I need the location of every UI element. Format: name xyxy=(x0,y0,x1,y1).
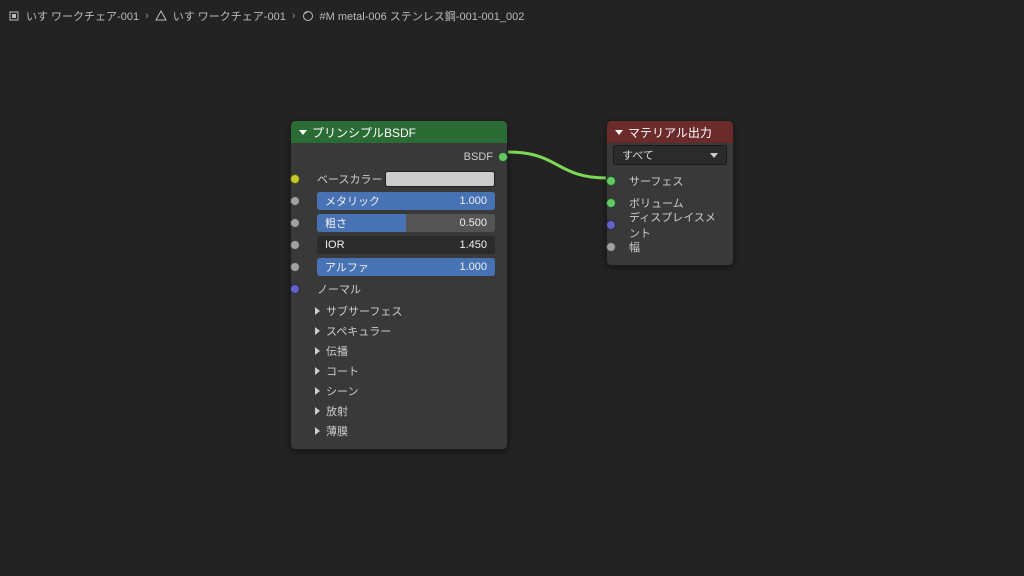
socket-in-displacement[interactable] xyxy=(606,220,616,230)
socket-in-roughness[interactable] xyxy=(290,218,300,228)
field-value: 0.500 xyxy=(459,214,487,232)
socket-in-ior[interactable] xyxy=(290,240,300,250)
breadcrumb-object[interactable]: いす ワークチェア-001 xyxy=(26,8,139,24)
group-row[interactable]: 薄膜 xyxy=(295,421,503,441)
node-title: マテリアル出力 xyxy=(628,124,712,141)
node-header[interactable]: プリンシプルBSDF xyxy=(291,121,507,143)
group-row[interactable]: コート xyxy=(295,361,503,381)
chevron-right-icon xyxy=(315,367,320,375)
chevron-right-icon xyxy=(315,387,320,395)
group-row[interactable]: スペキュラー xyxy=(295,321,503,341)
group-row[interactable]: サブサーフェス xyxy=(295,301,503,321)
chevron-right-icon: › xyxy=(145,10,149,22)
chevron-down-icon xyxy=(299,130,307,135)
output-bsdf[interactable]: BSDF xyxy=(295,147,503,167)
color-field[interactable] xyxy=(385,171,495,187)
input-label: ノーマル xyxy=(303,281,361,297)
socket-out-bsdf[interactable] xyxy=(498,152,508,162)
socket-in-alpha[interactable] xyxy=(290,262,300,272)
object-icon xyxy=(8,10,20,22)
target-dropdown[interactable]: すべて xyxy=(613,145,727,165)
field-label: 粗さ xyxy=(325,214,347,232)
group-row[interactable]: 放射 xyxy=(295,401,503,421)
group-label: スペキュラー xyxy=(326,323,391,339)
value-field-metallic[interactable]: メタリック 1.000 xyxy=(317,192,495,210)
field-value: 1.000 xyxy=(459,192,487,210)
socket-in-metallic[interactable] xyxy=(290,196,300,206)
node-material-output[interactable]: マテリアル出力 すべて サーフェス ボリューム ディスプレイスメント 幅 xyxy=(606,120,734,266)
group-label: 放射 xyxy=(326,403,348,419)
input-surface[interactable]: サーフェス xyxy=(611,171,729,191)
group-label: シーン xyxy=(326,383,358,399)
field-label: メタリック xyxy=(325,192,380,210)
field-value: 1.450 xyxy=(459,236,487,254)
value-field-roughness[interactable]: 粗さ 0.500 xyxy=(317,214,495,232)
field-label: IOR xyxy=(325,236,345,254)
breadcrumb: いす ワークチェア-001 › いす ワークチェア-001 › #M metal… xyxy=(8,8,524,24)
chevron-right-icon xyxy=(315,347,320,355)
chevron-right-icon: › xyxy=(292,10,296,22)
breadcrumb-material[interactable]: #M metal-006 ステンレス鋼-001-001_002 xyxy=(320,8,525,24)
input-base-color[interactable]: ベースカラー xyxy=(295,169,503,189)
input-label: サーフェス xyxy=(619,173,683,189)
node-header[interactable]: マテリアル出力 xyxy=(607,121,733,143)
input-roughness[interactable]: 粗さ 0.500 xyxy=(295,213,503,233)
output-label: BSDF xyxy=(464,151,493,163)
material-icon xyxy=(302,10,314,22)
group-label: コート xyxy=(326,363,359,379)
chevron-right-icon xyxy=(315,407,320,415)
breadcrumb-material-slot[interactable]: いす ワークチェア-001 xyxy=(173,8,286,24)
input-displacement[interactable]: ディスプレイスメント xyxy=(611,215,729,235)
material-slot-icon xyxy=(155,10,167,22)
chevron-down-icon xyxy=(615,130,623,135)
socket-in-normal[interactable] xyxy=(290,284,300,294)
input-normal[interactable]: ノーマル xyxy=(295,279,503,299)
socket-in-volume[interactable] xyxy=(606,198,616,208)
group-label: サブサーフェス xyxy=(326,303,402,319)
chevron-right-icon xyxy=(315,307,320,315)
input-metallic[interactable]: メタリック 1.000 xyxy=(295,191,503,211)
socket-in-thickness[interactable] xyxy=(606,242,616,252)
group-row[interactable]: 伝播 xyxy=(295,341,503,361)
value-field-ior[interactable]: IOR 1.450 xyxy=(317,236,495,254)
input-ior[interactable]: IOR 1.450 xyxy=(295,235,503,255)
input-label: 幅 xyxy=(619,239,640,255)
socket-in-surface[interactable] xyxy=(606,176,616,186)
node-title: プリンシプルBSDF xyxy=(312,124,416,141)
group-label: 薄膜 xyxy=(326,423,348,439)
node-principled-bsdf[interactable]: プリンシプルBSDF BSDF ベースカラー メタリック 1.000 xyxy=(290,120,508,450)
field-label: アルファ xyxy=(325,258,369,276)
field-value: 1.000 xyxy=(459,258,487,276)
group-label: 伝播 xyxy=(326,343,348,359)
input-thickness[interactable]: 幅 xyxy=(611,237,729,257)
chevron-right-icon xyxy=(315,327,320,335)
value-field-alpha[interactable]: アルファ 1.000 xyxy=(317,258,495,276)
group-row[interactable]: シーン xyxy=(295,381,503,401)
input-label: ベースカラー xyxy=(303,171,382,187)
chevron-down-icon xyxy=(710,153,718,158)
node-link-layer xyxy=(0,0,1024,576)
chevron-right-icon xyxy=(315,427,320,435)
input-alpha[interactable]: アルファ 1.000 xyxy=(295,257,503,277)
dropdown-value: すべて xyxy=(622,147,654,163)
socket-in-base-color[interactable] xyxy=(290,174,300,184)
